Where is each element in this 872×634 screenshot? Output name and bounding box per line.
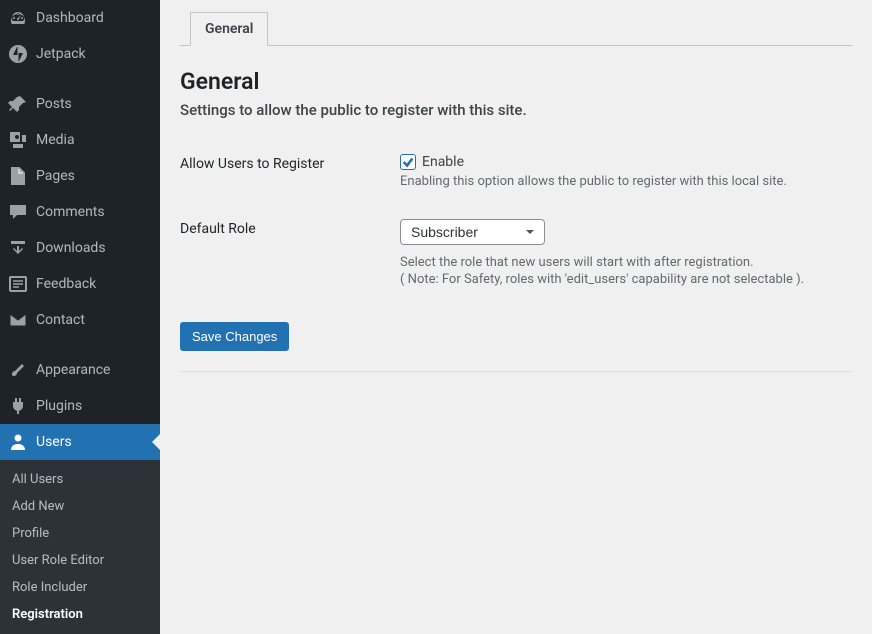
menu-feedback[interactable]: Feedback <box>0 266 160 302</box>
menu-comments[interactable]: Comments <box>0 194 160 230</box>
media-icon <box>8 130 28 150</box>
submenu-user-role-editor[interactable]: User Role Editor <box>0 547 160 574</box>
menu-label: Plugins <box>36 398 82 414</box>
submenu-profile[interactable]: Profile <box>0 520 160 547</box>
tab-bar: General <box>180 12 852 46</box>
menu-label: Feedback <box>36 276 96 292</box>
download-icon <box>8 238 28 258</box>
menu-appearance[interactable]: Appearance <box>0 352 160 388</box>
admin-sidebar: Dashboard Jetpack Posts Media Pages Comm… <box>0 0 160 619</box>
jetpack-icon <box>8 44 28 64</box>
page-title: General <box>180 68 852 95</box>
plug-icon <box>8 396 28 416</box>
menu-label: Appearance <box>36 362 110 378</box>
menu-dashboard[interactable]: Dashboard <box>0 0 160 36</box>
menu-contact[interactable]: Contact <box>0 302 160 338</box>
submenu-role-includer[interactable]: Role Includer <box>0 574 160 601</box>
menu-label: Dashboard <box>36 10 104 26</box>
pin-icon <box>8 94 28 114</box>
menu-label: Media <box>36 132 75 148</box>
user-icon <box>8 432 28 452</box>
default-role-label: Default Role <box>180 219 400 237</box>
comment-icon <box>8 202 28 222</box>
settings-form: Allow Users to Register Enable Enabling … <box>180 139 852 302</box>
save-button[interactable]: Save Changes <box>180 322 289 351</box>
allow-register-label: Allow Users to Register <box>180 154 400 172</box>
menu-label: Contact <box>36 312 85 328</box>
submenu-registration[interactable]: Registration <box>0 601 160 628</box>
enable-checkbox-row[interactable]: Enable <box>400 154 852 170</box>
menu-label: Downloads <box>36 240 106 256</box>
dashboard-icon <box>8 8 28 28</box>
menu-pages[interactable]: Pages <box>0 158 160 194</box>
menu-label: Users <box>36 434 72 450</box>
menu-posts[interactable]: Posts <box>0 86 160 122</box>
enable-checkbox[interactable] <box>400 154 416 170</box>
menu-label: Jetpack <box>36 46 86 62</box>
submenu-all-users[interactable]: All Users <box>0 466 160 493</box>
submenu-users: All Users Add New Profile User Role Edit… <box>0 460 160 634</box>
menu-media[interactable]: Media <box>0 122 160 158</box>
default-role-select[interactable]: Subscriber <box>400 219 545 245</box>
tab-general[interactable]: General <box>190 12 268 46</box>
menu-jetpack[interactable]: Jetpack <box>0 36 160 72</box>
enable-description: Enabling this option allows the public t… <box>400 174 852 189</box>
menu-downloads[interactable]: Downloads <box>0 230 160 266</box>
submenu-add-new[interactable]: Add New <box>0 493 160 520</box>
page-subtitle: Settings to allow the public to register… <box>180 101 852 119</box>
brush-icon <box>8 360 28 380</box>
mail-icon <box>8 310 28 330</box>
pages-icon <box>8 166 28 186</box>
role-description: Select the role that new users will star… <box>400 255 852 270</box>
menu-plugins[interactable]: Plugins <box>0 388 160 424</box>
main-content: General General Settings to allow the pu… <box>160 0 872 619</box>
menu-label: Comments <box>36 204 105 220</box>
feedback-icon <box>8 274 28 294</box>
menu-label: Pages <box>36 168 75 184</box>
enable-label: Enable <box>422 154 464 170</box>
menu-users[interactable]: Users <box>0 424 160 460</box>
menu-label: Posts <box>36 96 72 112</box>
role-note: ( Note: For Safety, roles with 'edit_use… <box>400 272 852 287</box>
